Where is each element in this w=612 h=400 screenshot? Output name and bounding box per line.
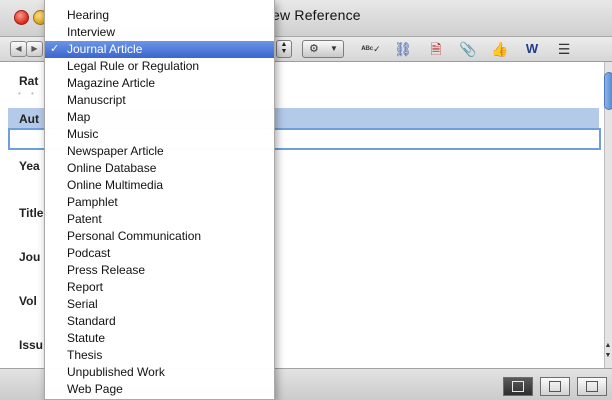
- year-label: Yea: [19, 159, 40, 173]
- menu-item-label: Hearing: [67, 8, 110, 22]
- layout-right-icon: [586, 381, 598, 392]
- scrollbar-thumb[interactable]: [604, 72, 612, 110]
- menu-item-personal-communication[interactable]: Personal Communication: [45, 228, 274, 245]
- author-label: Aut: [19, 112, 39, 126]
- menu-item-label: Map: [67, 110, 91, 124]
- menu-item-label: Journal Article: [67, 42, 143, 56]
- menu-item-standard[interactable]: Standard: [45, 313, 274, 330]
- menu-item-label: Pamphlet: [67, 195, 118, 209]
- document-edit-icon[interactable]: 🗎: [426, 39, 446, 59]
- menu-item-label: Web Page: [67, 382, 123, 396]
- link-icon[interactable]: ⛓: [393, 39, 413, 59]
- abc-spellcheck-icon[interactable]: ᴬᴮᶜ✓: [361, 39, 381, 59]
- menu-item-pamphlet[interactable]: Pamphlet: [45, 194, 274, 211]
- menu-item-label: Manuscript: [67, 93, 126, 107]
- menu-item-label: Report: [67, 280, 104, 294]
- menu-item-label: Personal Communication: [67, 229, 202, 243]
- menu-item-thesis[interactable]: Thesis: [45, 347, 274, 364]
- menu-item-podcast[interactable]: Podcast: [45, 245, 274, 262]
- menu-item-music[interactable]: Music: [45, 126, 274, 143]
- thumbs-up-icon[interactable]: 👍: [490, 39, 510, 59]
- volume-label: Vol: [19, 294, 37, 308]
- reference-type-menu: Hearing Interview ✓ Journal Article Legal Ru…: [44, 0, 275, 400]
- gear-menu-button[interactable]: ⚙ ▼: [302, 40, 344, 58]
- menu-item-label: Interview: [67, 25, 116, 39]
- menu-item-label: Legal Rule or Regulation: [67, 59, 200, 73]
- gear-icon: ⚙: [309, 43, 319, 55]
- menu-item-magazine-article[interactable]: Magazine Article: [45, 75, 274, 92]
- menu-item-label: Serial: [67, 297, 98, 311]
- menu-item-label: Magazine Article: [67, 76, 156, 90]
- layout-left-button[interactable]: [503, 377, 533, 396]
- menu-item-label: Music: [67, 127, 99, 141]
- menu-item-journal-article[interactable]: ✓ Journal Article: [45, 41, 274, 58]
- reference-type-stepper[interactable]: ▲ ▼: [276, 40, 292, 58]
- chevron-down-icon: ▼: [330, 44, 338, 53]
- menu-item-label: Press Release: [67, 263, 146, 277]
- layout-right-button[interactable]: [577, 377, 607, 396]
- rating-label: Rat: [19, 74, 39, 88]
- layout-center-icon: [549, 381, 561, 392]
- menu-item-hearing[interactable]: Hearing: [45, 7, 274, 24]
- menu-item-label: Newspaper Article: [67, 144, 164, 158]
- menu-item-report[interactable]: Report: [45, 279, 274, 296]
- menu-item-label: Patent: [67, 212, 102, 226]
- scroll-down-arrow[interactable]: ▼: [604, 352, 612, 360]
- menu-item-label: Online Multimedia: [67, 178, 164, 192]
- menu-item-label: Standard: [67, 314, 116, 328]
- menu-item-online-database[interactable]: Online Database: [45, 160, 274, 177]
- back-button[interactable]: ◀: [10, 41, 27, 57]
- menu-item-interview[interactable]: Interview: [45, 24, 274, 41]
- close-window-button[interactable]: [14, 10, 29, 25]
- menu-item-label: Thesis: [67, 348, 103, 362]
- menu-item-label: Podcast: [67, 246, 111, 260]
- issue-label: Issu: [19, 338, 44, 352]
- list-document-icon[interactable]: ☰: [554, 39, 574, 59]
- menu-item-label: Statute: [67, 331, 106, 345]
- menu-item-online-multimedia[interactable]: Online Multimedia: [45, 177, 274, 194]
- menu-item-statute[interactable]: Statute: [45, 330, 274, 347]
- menu-item-manuscript[interactable]: Manuscript: [45, 92, 274, 109]
- menu-item-web-page[interactable]: Web Page: [45, 381, 274, 398]
- checkmark-icon: ✓: [50, 43, 60, 55]
- menu-item-map[interactable]: Map: [45, 109, 274, 126]
- menu-item-newspaper-article[interactable]: Newspaper Article: [45, 143, 274, 160]
- journal-label: Jou: [19, 250, 41, 264]
- menu-item-label: Online Database: [67, 161, 157, 175]
- menu-item-press-release[interactable]: Press Release: [45, 262, 274, 279]
- w-arrow-icon[interactable]: W: [522, 39, 542, 59]
- layout-center-button[interactable]: [540, 377, 570, 396]
- menu-item-serial[interactable]: Serial: [45, 296, 274, 313]
- paperclip-icon[interactable]: 📎: [458, 39, 478, 59]
- menu-item-label: Unpublished Work: [67, 365, 165, 379]
- menu-item-unpublished-work[interactable]: Unpublished Work: [45, 364, 274, 381]
- menu-item-legal-rule-or-regulation[interactable]: Legal Rule or Regulation: [45, 58, 274, 75]
- title-label: Title: [19, 206, 44, 220]
- window-title: ew Reference: [272, 7, 361, 23]
- menu-item-patent[interactable]: Patent: [45, 211, 274, 228]
- forward-button[interactable]: ▶: [26, 41, 43, 57]
- scroll-up-arrow[interactable]: ▲: [604, 342, 612, 350]
- layout-left-icon: [512, 381, 524, 392]
